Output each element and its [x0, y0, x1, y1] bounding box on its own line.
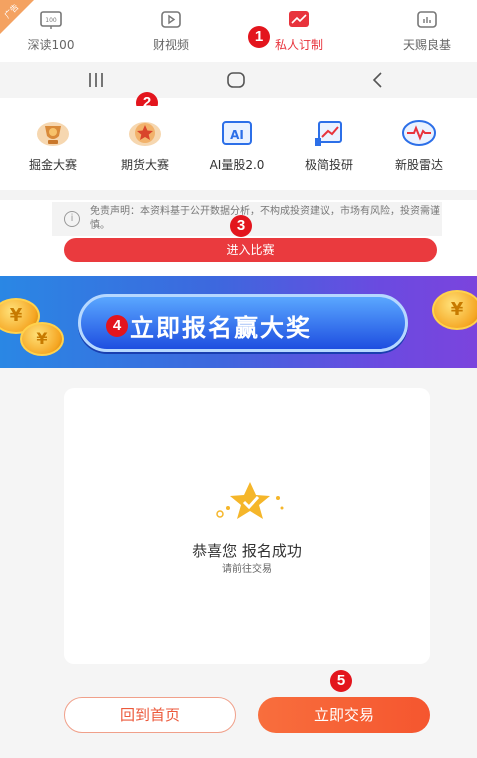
home-icon[interactable]: [224, 68, 248, 92]
feature-row: 掘金大赛 期货大赛 AI AI量股2.0 极简投研 新股雷达: [0, 106, 477, 190]
info-icon: i: [64, 211, 80, 227]
coin-left-2: ¥: [20, 322, 64, 356]
feature-label: 极简投研: [304, 158, 353, 172]
radar-pulse-icon: [402, 120, 436, 146]
marker-5: 5: [330, 670, 352, 692]
play-icon: [161, 11, 181, 28]
disclaimer-text: 免责声明：本资料基于公开数据分析，不构成投资建议，市场有风险，投资需谨慎。: [90, 206, 440, 231]
feature-ai-stock[interactable]: AI AI量股2.0: [192, 118, 282, 173]
trade-now-button[interactable]: 立即交易: [258, 697, 430, 733]
marker-4: 4: [106, 315, 128, 337]
banner-title: 立即报名赢大奖: [130, 314, 312, 342]
feature-gold-contest[interactable]: 掘金大赛: [8, 118, 98, 173]
trend-board-icon: [315, 121, 342, 146]
back-home-button[interactable]: 回到首页: [64, 697, 236, 733]
tab-label: 深读100: [27, 38, 75, 52]
tab-label: 天赐良基: [402, 38, 451, 52]
feature-ipo-radar[interactable]: 新股雷达: [374, 118, 464, 173]
feature-futures-contest[interactable]: 期货大赛: [100, 118, 190, 173]
feature-label: 掘金大赛: [28, 158, 77, 172]
marker-1: 1: [248, 26, 270, 48]
tab-finance-video[interactable]: 财视频: [126, 10, 216, 53]
section-divider: [0, 190, 477, 200]
book-icon: 100: [40, 11, 62, 29]
feature-label: 期货大赛: [120, 158, 169, 172]
success-title: 恭喜您 报名成功: [192, 542, 302, 560]
tab-fund[interactable]: 天赐良基: [382, 10, 472, 53]
trophy-icon: [37, 122, 69, 146]
ai-icon: AI: [222, 121, 252, 145]
feature-simple-research[interactable]: 极简投研: [284, 118, 374, 173]
success-subtitle: 请前往交易: [222, 564, 272, 575]
enter-contest-button[interactable]: 进入比赛: [64, 238, 437, 262]
trend-chart-icon: [289, 11, 309, 27]
spacer: [0, 98, 477, 106]
star-medal-icon: [129, 122, 161, 146]
recent-apps-icon[interactable]: [84, 68, 108, 92]
feature-label: 新股雷达: [394, 158, 443, 172]
top-tab-bar: 100 深读100 财视频 私人订制 天赐良基: [0, 0, 477, 60]
bar-chart-icon: [417, 11, 437, 28]
system-nav-bar: [0, 62, 477, 98]
svg-text:100: 100: [45, 17, 57, 24]
feature-label: AI量股2.0: [209, 158, 265, 172]
coin-right: ¥: [432, 290, 477, 330]
marker-3: 3: [230, 215, 252, 237]
svg-text:AI: AI: [230, 128, 244, 142]
back-icon[interactable]: [366, 68, 390, 92]
success-star-icon: [216, 482, 284, 519]
tab-label: 财视频: [152, 38, 189, 52]
